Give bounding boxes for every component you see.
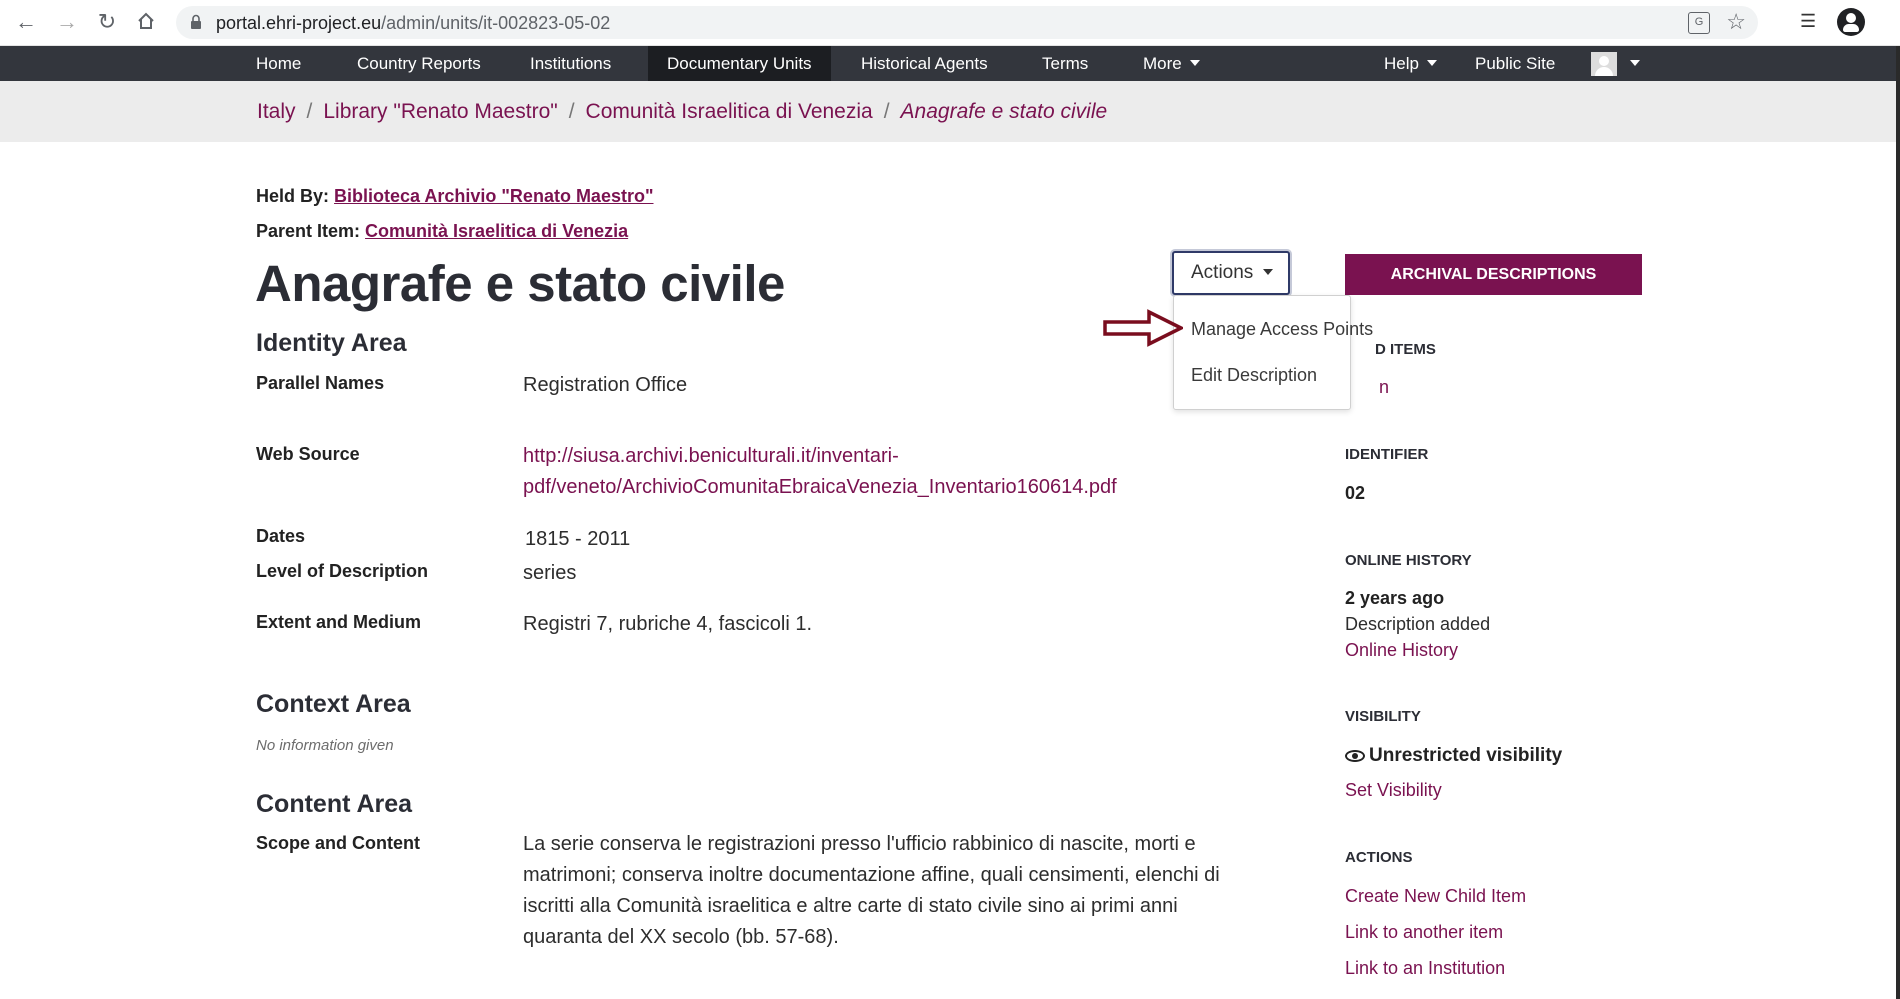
actions-button-label: Actions — [1191, 262, 1254, 283]
back-icon[interactable]: ← — [14, 10, 38, 34]
level-of-description-label: Level of Description — [256, 561, 429, 581]
annotation-arrow-icon — [1103, 309, 1183, 347]
scope-line: La serie conserva le registrazioni press… — [523, 833, 1196, 855]
menu-item-manage-access-points[interactable]: Manage Access Points — [1191, 319, 1373, 340]
visibility-value: Unrestricted visibility — [1369, 745, 1563, 766]
reload-icon[interactable]: ↻ — [95, 10, 119, 34]
scope-line: matrimoni; conserva inoltre documentazio… — [523, 864, 1220, 886]
page-title: Anagrafe e stato civile — [255, 255, 785, 312]
history-when: 2 years ago — [1345, 588, 1445, 608]
forward-icon[interactable]: → — [55, 10, 79, 34]
archival-descriptions-button[interactable]: ARCHIVAL DESCRIPTIONS — [1345, 254, 1642, 295]
extent-label: Extent and Medium — [256, 612, 422, 632]
held-by-label: Held By: — [256, 186, 330, 206]
breadcrumb-separator: / — [306, 100, 313, 123]
create-child-item-link[interactable]: Create New Child Item — [1345, 886, 1526, 907]
held-by-link[interactable]: Biblioteca Archivio "Renato Maestro" — [334, 186, 653, 206]
web-source-link[interactable]: http://siusa.archivi.beniculturali.it/in… — [523, 441, 1117, 503]
extent-value: Registri 7, rubriche 4, fascicoli 1. — [523, 613, 813, 635]
lock-icon — [191, 14, 201, 29]
held-by: Held By: Biblioteca Archivio "Renato Mae… — [256, 186, 654, 207]
breadcrumb-library[interactable]: Library "Renato Maestro" — [323, 100, 557, 123]
dates-value: 1815 - 2011 — [525, 528, 631, 550]
nav-help-label: Help — [1384, 54, 1419, 73]
nav-help[interactable]: Help — [1365, 46, 1456, 81]
context-empty-text: No information given — [256, 737, 394, 754]
window-edge — [1896, 46, 1900, 999]
chevron-down-icon — [1189, 60, 1200, 66]
parallel-names-value: Registration Office — [523, 374, 688, 396]
home-icon[interactable] — [134, 10, 158, 34]
link-another-item-link[interactable]: Link to another item — [1345, 922, 1503, 943]
nav-institutions[interactable]: Institutions — [511, 46, 630, 81]
media-control-icon[interactable]: ☰ — [1800, 11, 1822, 33]
nav-documentary-units[interactable]: Documentary Units — [648, 46, 831, 81]
web-source-label: Web Source — [256, 444, 360, 464]
nav-more-label: More — [1143, 54, 1182, 73]
breadcrumb-bar: Italy / Library "Renato Maestro" / Comunità … — [0, 81, 1900, 142]
identifier-value: 02 — [1345, 483, 1366, 503]
content-area-heading: Content Area — [256, 790, 413, 818]
link-institution-link[interactable]: Link to an Institution — [1345, 958, 1505, 979]
url-text: portal.ehri-project.eu/admin/units/it-00… — [216, 13, 611, 33]
parent-item-link[interactable]: Comunità Israelitica di Venezia — [365, 221, 628, 241]
chevron-down-icon — [1263, 269, 1274, 275]
scope-and-content-label: Scope and Content — [256, 833, 421, 853]
parent-item-label: Parent Item: — [256, 221, 361, 241]
browser-toolbar: ← → ↻ portal.ehri-project.eu/admin/units… — [0, 0, 1900, 46]
scope-and-content-value: La serie conserva le registrazioni press… — [523, 829, 1220, 953]
breadcrumb-current: Anagrafe e stato civile — [900, 100, 1108, 123]
breadcrumb-separator: / — [883, 100, 890, 123]
site-navbar: Home Country Reports Institutions Docume… — [0, 46, 1900, 81]
web-source-line-2: pdf/veneto/ArchivioComunitaEbraicaVenezi… — [523, 476, 1117, 498]
identifier-heading: IDENTIFIER — [1345, 446, 1429, 463]
context-area-heading: Context Area — [256, 690, 411, 718]
breadcrumb-comunita[interactable]: Comunità Israelitica di Venezia — [586, 100, 873, 123]
menu-item-edit-description[interactable]: Edit Description — [1191, 365, 1317, 386]
parallel-names-label: Parallel Names — [256, 373, 385, 393]
address-bar[interactable]: portal.ehri-project.eu/admin/units/it-00… — [176, 6, 1758, 39]
scope-line: iscritti alla Comunità israelitica e alt… — [523, 895, 1178, 917]
breadcrumb-italy[interactable]: Italy — [257, 100, 296, 123]
parent-item: Parent Item: Comunità Israelitica di Ven… — [256, 221, 628, 242]
identity-area-heading: Identity Area — [256, 329, 407, 357]
web-source-line-1: http://siusa.archivi.beniculturali.it/in… — [523, 445, 899, 467]
breadcrumb: Italy / Library "Renato Maestro" / Comunità … — [257, 100, 1107, 124]
online-history-heading: ONLINE HISTORY — [1345, 552, 1472, 569]
actions-dropdown-menu: Manage Access Points Edit Description — [1173, 295, 1373, 410]
scope-line: quaranta del XX secolo (bb. 57-68). — [523, 926, 839, 948]
profile-avatar-icon[interactable] — [1837, 8, 1865, 36]
user-avatar[interactable] — [1591, 52, 1617, 76]
child-items-heading: D ITEMS — [1375, 341, 1436, 358]
actions-dropdown-button[interactable]: Actions — [1172, 251, 1290, 295]
chevron-down-icon — [1426, 60, 1437, 66]
breadcrumb-separator: / — [568, 100, 575, 123]
set-visibility-link[interactable]: Set Visibility — [1345, 780, 1442, 801]
nav-terms[interactable]: Terms — [1023, 46, 1107, 81]
history-description: Description added — [1345, 614, 1491, 634]
nav-country-reports[interactable]: Country Reports — [338, 46, 500, 81]
user-menu-chevron-icon[interactable] — [1630, 60, 1640, 66]
online-history-link[interactable]: Online History — [1345, 640, 1458, 661]
nav-historical-agents[interactable]: Historical Agents — [842, 46, 1007, 81]
nav-home[interactable]: Home — [237, 46, 320, 81]
level-of-description-value: series — [523, 562, 577, 584]
child-items-link[interactable]: n — [1379, 377, 1389, 398]
nav-public-site[interactable]: Public Site — [1456, 46, 1574, 81]
translate-icon[interactable]: G — [1688, 12, 1710, 34]
dates-label: Dates — [256, 526, 306, 546]
bookmark-star-icon[interactable]: ☆ — [1726, 9, 1746, 35]
nav-more[interactable]: More — [1124, 46, 1219, 81]
visibility-status: Unrestricted visibility — [1345, 745, 1562, 767]
eye-icon — [1345, 750, 1365, 762]
actions-heading: ACTIONS — [1345, 849, 1413, 866]
visibility-heading: VISIBILITY — [1345, 708, 1421, 725]
